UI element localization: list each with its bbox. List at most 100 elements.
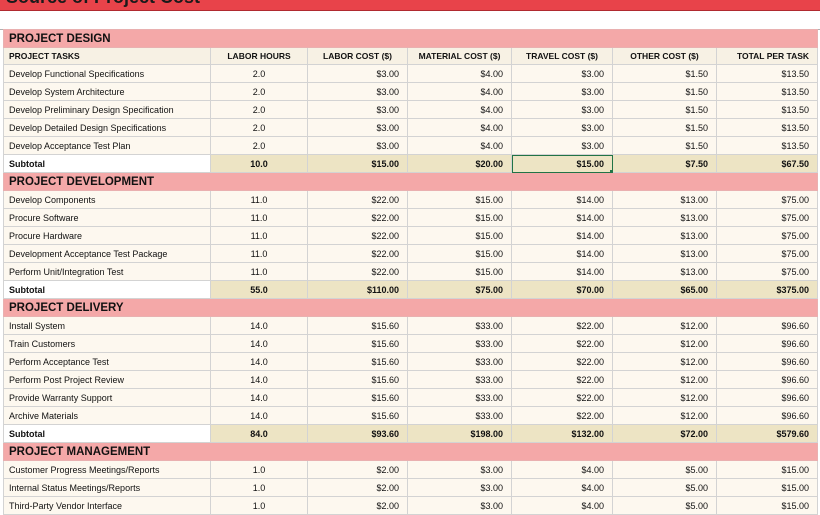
- cell-travel-cost[interactable]: $3.00: [511, 64, 613, 83]
- subtotal-travel-cost[interactable]: $70.00: [511, 280, 613, 299]
- cell-labor-hours[interactable]: 14.0: [210, 334, 308, 353]
- column-header-total-per-task[interactable]: TOTAL PER TASK: [715, 47, 819, 65]
- cell-material-cost[interactable]: $15.00: [407, 226, 512, 245]
- cell-total-per-task[interactable]: $96.60: [715, 352, 819, 371]
- cell-task[interactable]: Perform Unit/Integration Test: [3, 262, 211, 281]
- subtotal-labor-cost[interactable]: $15.00: [307, 154, 408, 173]
- cell-total-per-task[interactable]: $75.00: [715, 244, 819, 263]
- cell-total-per-task[interactable]: $75.00: [715, 226, 819, 245]
- cell-travel-cost[interactable]: $22.00: [511, 352, 613, 371]
- column-header-labor-cost[interactable]: LABOR COST ($): [307, 47, 408, 65]
- cell-labor-hours[interactable]: 14.0: [210, 370, 308, 389]
- cell-task[interactable]: Procure Hardware: [3, 226, 211, 245]
- cell-material-cost[interactable]: $33.00: [407, 316, 512, 335]
- cell-total-per-task[interactable]: $13.50: [715, 136, 819, 155]
- cell-labor-hours[interactable]: 14.0: [210, 406, 308, 425]
- subtotal-total-per-task[interactable]: $375.00: [715, 280, 819, 299]
- cell-travel-cost[interactable]: $14.00: [511, 190, 613, 209]
- cell-labor-cost[interactable]: $22.00: [307, 244, 408, 263]
- cell-task[interactable]: Procure Software: [3, 208, 211, 227]
- cell-travel-cost[interactable]: $22.00: [511, 370, 613, 389]
- cell-task[interactable]: Archive Materials: [3, 406, 211, 425]
- subtotal-material-cost[interactable]: $75.00: [407, 280, 512, 299]
- cell-labor-cost[interactable]: $15.60: [307, 388, 408, 407]
- cell-material-cost[interactable]: $33.00: [407, 352, 512, 371]
- cell-other-cost[interactable]: $12.00: [612, 316, 717, 335]
- cell-material-cost[interactable]: $15.00: [407, 262, 512, 281]
- cell-labor-cost[interactable]: $22.00: [307, 208, 408, 227]
- cell-total-per-task[interactable]: $96.60: [715, 334, 819, 353]
- cell-task[interactable]: Perform Post Project Review: [3, 370, 211, 389]
- cell-total-per-task[interactable]: $96.60: [715, 316, 819, 335]
- cell-material-cost[interactable]: $4.00: [407, 136, 512, 155]
- cell-labor-cost[interactable]: $2.00: [307, 496, 408, 515]
- cell-other-cost[interactable]: $12.00: [612, 370, 717, 389]
- cell-labor-hours[interactable]: 2.0: [210, 82, 308, 101]
- cell-labor-hours[interactable]: 1.0: [210, 460, 308, 479]
- cell-labor-cost[interactable]: $15.60: [307, 406, 408, 425]
- cell-travel-cost[interactable]: $22.00: [511, 406, 613, 425]
- cell-travel-cost[interactable]: $14.00: [511, 226, 613, 245]
- cell-labor-hours[interactable]: 1.0: [210, 478, 308, 497]
- cell-labor-hours[interactable]: 2.0: [210, 64, 308, 83]
- cell-labor-hours[interactable]: 11.0: [210, 190, 308, 209]
- cell-task[interactable]: Develop Functional Specifications: [3, 64, 211, 83]
- cell-travel-cost[interactable]: $4.00: [511, 478, 613, 497]
- column-header-travel-cost[interactable]: TRAVEL COST ($): [511, 47, 613, 65]
- column-header-material-cost[interactable]: MATERIAL COST ($): [407, 47, 512, 65]
- column-header-other-cost[interactable]: OTHER COST ($): [612, 47, 717, 65]
- cell-total-per-task[interactable]: $96.60: [715, 370, 819, 389]
- cell-material-cost[interactable]: $33.00: [407, 370, 512, 389]
- subtotal-task[interactable]: Subtotal: [3, 424, 211, 443]
- cell-other-cost[interactable]: $1.50: [612, 82, 717, 101]
- cell-material-cost[interactable]: $33.00: [407, 406, 512, 425]
- cell-other-cost[interactable]: $1.50: [612, 100, 717, 119]
- cell-material-cost[interactable]: $4.00: [407, 82, 512, 101]
- subtotal-total-per-task[interactable]: $579.60: [715, 424, 819, 443]
- column-header-task[interactable]: PROJECT TASKS: [3, 47, 211, 65]
- subtotal-other-cost[interactable]: $65.00: [612, 280, 717, 299]
- cell-total-per-task[interactable]: $96.60: [715, 406, 819, 425]
- cell-labor-hours[interactable]: 2.0: [210, 118, 308, 137]
- cell-other-cost[interactable]: $1.50: [612, 64, 717, 83]
- cell-task[interactable]: Development Acceptance Test Package: [3, 244, 211, 263]
- cell-total-per-task[interactable]: $13.50: [715, 118, 819, 137]
- subtotal-labor-hours[interactable]: 10.0: [210, 154, 308, 173]
- cell-total-per-task[interactable]: $15.00: [715, 478, 819, 497]
- subtotal-other-cost[interactable]: $72.00: [612, 424, 717, 443]
- cell-travel-cost[interactable]: $3.00: [511, 100, 613, 119]
- cell-total-per-task[interactable]: $75.00: [715, 190, 819, 209]
- column-header-labor-hours[interactable]: LABOR HOURS: [210, 47, 308, 65]
- cell-other-cost[interactable]: $5.00: [612, 478, 717, 497]
- cell-material-cost[interactable]: $15.00: [407, 190, 512, 209]
- cell-material-cost[interactable]: $33.00: [407, 388, 512, 407]
- cell-labor-hours[interactable]: 11.0: [210, 244, 308, 263]
- section-title[interactable]: PROJECT DELIVERY: [2, 298, 819, 317]
- cell-other-cost[interactable]: $1.50: [612, 118, 717, 137]
- cell-labor-hours[interactable]: 2.0: [210, 100, 308, 119]
- cell-total-per-task[interactable]: $15.00: [715, 496, 819, 515]
- cell-material-cost[interactable]: $15.00: [407, 208, 512, 227]
- cell-other-cost[interactable]: $13.00: [612, 208, 717, 227]
- cell-labor-cost[interactable]: $15.60: [307, 370, 408, 389]
- cell-labor-cost[interactable]: $22.00: [307, 262, 408, 281]
- cell-task[interactable]: Customer Progress Meetings/Reports: [3, 460, 211, 479]
- cell-task[interactable]: Third-Party Vendor Interface: [3, 496, 211, 515]
- subtotal-material-cost[interactable]: $20.00: [407, 154, 512, 173]
- cell-total-per-task[interactable]: $75.00: [715, 208, 819, 227]
- cell-labor-cost[interactable]: $3.00: [307, 82, 408, 101]
- cell-labor-cost[interactable]: $15.60: [307, 334, 408, 353]
- fill-handle[interactable]: [610, 170, 612, 172]
- cell-task[interactable]: Develop Acceptance Test Plan: [3, 136, 211, 155]
- cell-labor-hours[interactable]: 14.0: [210, 388, 308, 407]
- cell-total-per-task[interactable]: $13.50: [715, 82, 819, 101]
- cell-other-cost[interactable]: $12.00: [612, 388, 717, 407]
- subtotal-total-per-task[interactable]: $67.50: [715, 154, 819, 173]
- cell-labor-hours[interactable]: 11.0: [210, 208, 308, 227]
- cell-labor-hours[interactable]: 11.0: [210, 262, 308, 281]
- cell-labor-cost[interactable]: $15.60: [307, 316, 408, 335]
- cell-other-cost[interactable]: $12.00: [612, 352, 717, 371]
- cell-other-cost[interactable]: $13.00: [612, 226, 717, 245]
- cell-travel-cost[interactable]: $4.00: [511, 496, 613, 515]
- blank-row[interactable]: [0, 11, 820, 30]
